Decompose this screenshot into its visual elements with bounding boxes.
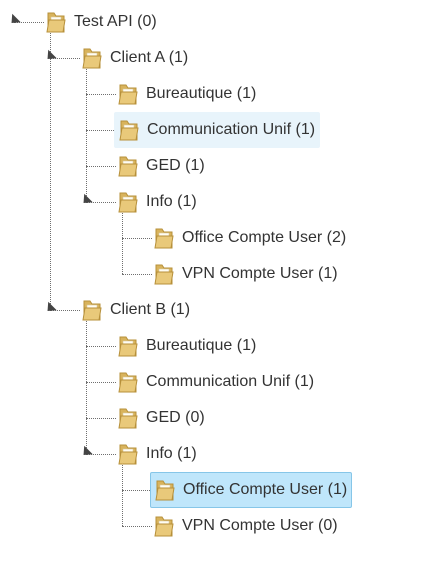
folder-icon bbox=[118, 334, 138, 358]
tree-node-label: Bureautique (1) bbox=[146, 337, 257, 354]
tree-node-label: Info (1) bbox=[146, 193, 197, 210]
folder-icon bbox=[154, 514, 174, 538]
tree-connector-horizontal bbox=[122, 274, 152, 275]
tree-connector-horizontal bbox=[86, 130, 116, 131]
tree-folder-node[interactable]: Info (1) bbox=[114, 436, 201, 472]
expanded-triangle-icon[interactable] bbox=[43, 49, 57, 64]
tree-folder-node[interactable]: Client A (1) bbox=[78, 40, 192, 76]
folder-icon bbox=[118, 442, 138, 466]
tree-connector-horizontal bbox=[122, 526, 152, 527]
expanded-triangle-icon[interactable] bbox=[79, 445, 93, 460]
tree-folder-node[interactable]: Test API (0) bbox=[42, 4, 161, 40]
tree-leaf-node[interactable]: VPN Compte User (1) bbox=[150, 256, 342, 292]
folder-icon bbox=[154, 226, 174, 250]
tree-node-label: Office Compte User (2) bbox=[182, 229, 347, 246]
tree-node-label: Info (1) bbox=[146, 445, 197, 462]
tree-node-label: Client A (1) bbox=[110, 49, 189, 66]
tree-connector-horizontal bbox=[86, 166, 116, 167]
tree-node-label: VPN Compte User (1) bbox=[182, 265, 338, 282]
folder-icon bbox=[82, 298, 102, 322]
tree-leaf-node[interactable]: Bureautique (1) bbox=[114, 76, 260, 112]
tree-view: Test API (0) Client A (1) Bureautique (1) C… bbox=[0, 0, 442, 569]
tree-leaf-node[interactable]: Office Compte User (2) bbox=[150, 220, 350, 256]
tree-connector-horizontal bbox=[86, 94, 116, 95]
tree-connector-vertical bbox=[50, 22, 51, 310]
tree-node-label: Test API (0) bbox=[74, 13, 157, 30]
expanded-triangle-icon[interactable] bbox=[79, 193, 93, 208]
tree-leaf-node[interactable]: Office Compte User (1) bbox=[150, 472, 353, 508]
tree-node-label: GED (1) bbox=[146, 157, 205, 174]
tree-folder-node[interactable]: Info (1) bbox=[114, 184, 201, 220]
folder-icon bbox=[118, 190, 138, 214]
folder-icon bbox=[118, 370, 138, 394]
tree-node-label: GED (0) bbox=[146, 409, 205, 426]
tree-node-label: Communication Unif (1) bbox=[146, 373, 315, 390]
expanded-triangle-icon[interactable] bbox=[43, 301, 57, 316]
tree-connector-horizontal bbox=[86, 382, 116, 383]
tree-leaf-node[interactable]: Communication Unif (1) bbox=[114, 364, 318, 400]
tree-leaf-node[interactable]: GED (1) bbox=[114, 148, 209, 184]
tree-connector-horizontal bbox=[122, 490, 152, 491]
tree-folder-node[interactable]: Client B (1) bbox=[78, 292, 194, 328]
tree-connector-horizontal bbox=[86, 418, 116, 419]
tree-node-label: Communication Unif (1) bbox=[147, 121, 316, 138]
folder-icon bbox=[154, 262, 174, 286]
tree-node-label: Office Compte User (1) bbox=[183, 481, 348, 498]
folder-icon bbox=[118, 406, 138, 430]
tree-node-label: Bureautique (1) bbox=[146, 85, 257, 102]
folder-icon bbox=[82, 46, 102, 70]
tree-leaf-node[interactable]: GED (0) bbox=[114, 400, 209, 436]
folder-icon bbox=[118, 82, 138, 106]
tree-connector-horizontal bbox=[122, 238, 152, 239]
tree-leaf-node[interactable]: VPN Compte User (0) bbox=[150, 508, 342, 544]
tree-leaf-node[interactable]: Communication Unif (1) bbox=[114, 112, 321, 148]
expanded-triangle-icon[interactable] bbox=[7, 13, 21, 28]
tree-node-label: Client B (1) bbox=[110, 301, 191, 318]
tree-leaf-node[interactable]: Bureautique (1) bbox=[114, 328, 260, 364]
folder-icon bbox=[119, 118, 139, 142]
folder-icon bbox=[155, 478, 175, 502]
folder-icon bbox=[46, 10, 66, 34]
tree-node-label: VPN Compte User (0) bbox=[182, 517, 338, 534]
tree-connector-horizontal bbox=[86, 346, 116, 347]
folder-icon bbox=[118, 154, 138, 178]
